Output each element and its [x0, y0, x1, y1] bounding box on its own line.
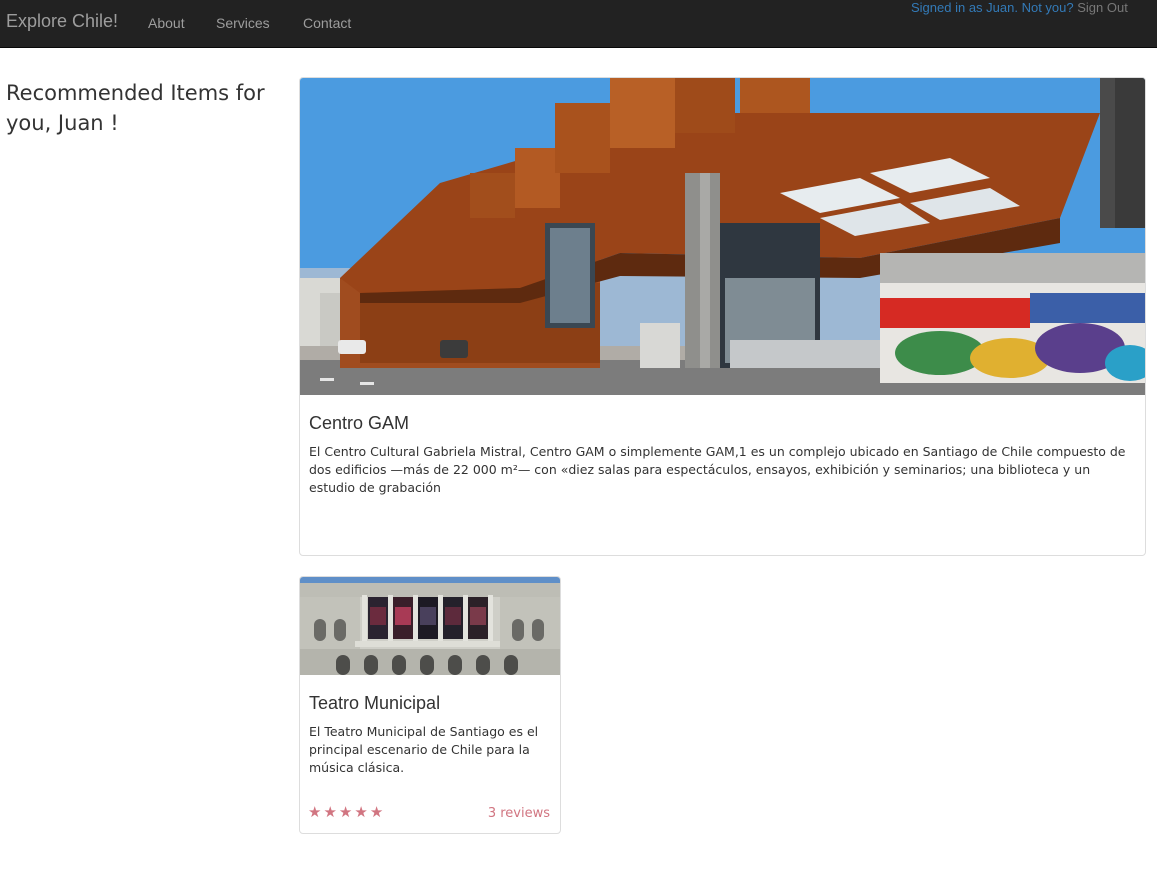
- item-card-teatro-municipal[interactable]: Teatro Municipal El Teatro Municipal de …: [299, 576, 561, 834]
- top-navbar: Explore Chile! About Services Contact Si…: [0, 0, 1157, 48]
- star-icon: ★: [338, 803, 355, 821]
- star-icon: ★: [308, 803, 324, 821]
- star-icon: ★: [323, 803, 339, 821]
- star-icon: ★: [369, 803, 386, 821]
- signin-status: Signed in as Juan. Not you? Sign Out: [911, 0, 1157, 15]
- signed-in-link[interactable]: Signed in as Juan. Not you?: [911, 0, 1074, 15]
- card-title-teatro-municipal[interactable]: Teatro Municipal: [309, 693, 440, 714]
- star-rating: ★★★★★: [308, 803, 385, 821]
- teatro-municipal-image[interactable]: [300, 577, 560, 675]
- card-description-centro-gam: El Centro Cultural Gabriela Mistral, Cen…: [309, 444, 1126, 495]
- card-description-teatro-municipal: El Teatro Municipal de Santiago es el pr…: [309, 724, 539, 775]
- nav-about-link[interactable]: About: [148, 15, 185, 31]
- star-icon: ★: [354, 803, 370, 821]
- sign-out-link[interactable]: Sign Out: [1077, 0, 1128, 15]
- centro-gam-image[interactable]: [300, 78, 1145, 395]
- item-card-centro-gam[interactable]: Centro GAM El Centro Cultural Gabriela M…: [299, 77, 1146, 556]
- brand-link[interactable]: Explore Chile!: [6, 11, 118, 32]
- recommended-heading: Recommended Items for you, Juan !: [6, 81, 265, 135]
- reviews-count[interactable]: 3 reviews: [488, 806, 550, 821]
- nav-contact-link[interactable]: Contact: [303, 15, 351, 31]
- nav-services-link[interactable]: Services: [216, 15, 270, 31]
- card-title-centro-gam[interactable]: Centro GAM: [309, 413, 409, 434]
